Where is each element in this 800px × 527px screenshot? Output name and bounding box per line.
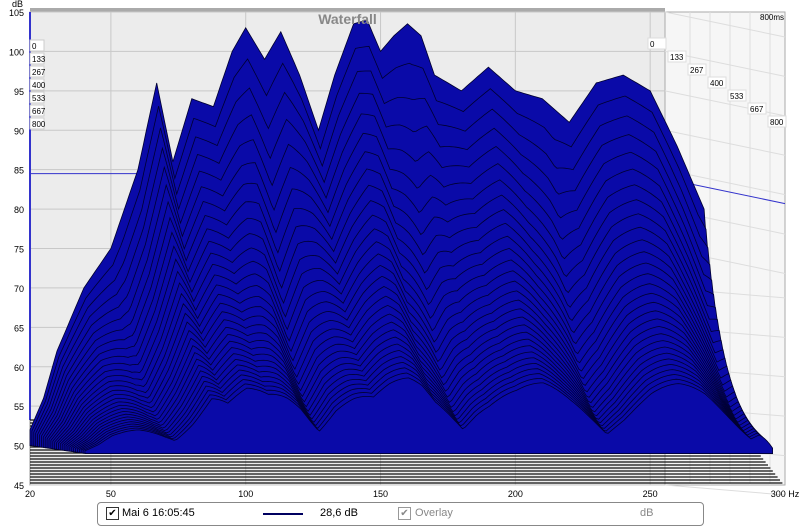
overlay-checkbox[interactable]: ✔ (398, 507, 411, 520)
y-tick-label: 105 (9, 8, 24, 18)
time-label-right: 0 (650, 40, 655, 49)
series-line-swatch (263, 513, 303, 515)
y-tick-label: 75 (14, 245, 24, 255)
time-label-left: 267 (32, 68, 46, 77)
legend-bar: ✔ Mai 6 16:05:45 28,6 dB ✔ Overlay dB (97, 502, 704, 526)
time-label-right: 267 (690, 66, 704, 75)
y-tick-label: 90 (14, 126, 24, 136)
y-tick-label: 65 (14, 323, 24, 333)
y-tick-label: 60 (14, 363, 24, 373)
grid-line-side (664, 484, 786, 496)
overlay-label: Overlay (415, 507, 453, 519)
y-tick-label: 45 (14, 481, 24, 491)
time-label-left: 533 (32, 94, 46, 103)
time-label-right: 800 (770, 118, 784, 127)
x-tick-label: 50 (106, 489, 116, 499)
x-tick-label: 200 (508, 489, 523, 499)
y-tick-label: 55 (14, 402, 24, 412)
y-tick-label: 100 (9, 47, 24, 57)
x-tick-label: 300 Hz (771, 489, 800, 499)
x-tick-label: 20 (25, 489, 35, 499)
x-tick-label: 250 (643, 489, 658, 499)
y-tick-label: 80 (14, 205, 24, 215)
chart-svg: 45 50 55 60 65 70 75 80 85 90 95 100 105dB 20 50 100 150… (9, 0, 800, 499)
y-tick-label: 85 (14, 166, 24, 176)
y-tick-label: 50 (14, 442, 24, 452)
time-label-right: 133 (670, 53, 684, 62)
y-tick-label: 95 (14, 87, 24, 97)
y-axis-label: dB (12, 0, 23, 9)
time-label-left: 667 (32, 107, 46, 116)
time-label-left: 0 (32, 42, 37, 51)
measurement-name: Mai 6 16:05:45 (122, 507, 195, 519)
measurement-checkbox[interactable]: ✔ (106, 507, 119, 520)
time-label-left: 133 (32, 55, 46, 64)
time-label-right: 667 (750, 105, 764, 114)
measurement-value: 28,6 dB (320, 507, 358, 519)
time-label-left: 800 (32, 120, 46, 129)
time-label-right: 533 (730, 92, 744, 101)
x-tick-label: 150 (373, 489, 388, 499)
time-max-label: 800ms (760, 13, 784, 22)
y-tick-label: 70 (14, 284, 24, 294)
chart-title: Waterfall (318, 11, 377, 27)
time-label-right: 400 (710, 79, 724, 88)
unit-label: dB (640, 507, 654, 519)
time-label-left: 400 (32, 81, 46, 90)
waterfall-chart: 45 50 55 60 65 70 75 80 85 90 95 100 105 dB 20 50 100 150… (0, 0, 800, 527)
x-tick-label: 100 (238, 489, 253, 499)
